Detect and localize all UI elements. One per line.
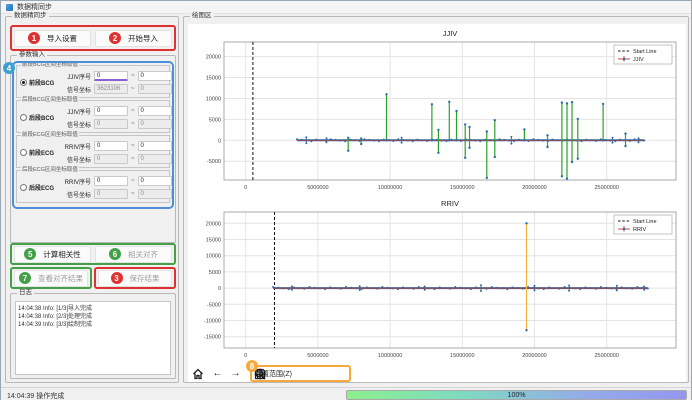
log-group: 日志 14:04:38 Info: [1/3]导入完成 14:04:38 Inf… xyxy=(10,293,176,379)
svg-text:Start Line: Start Line xyxy=(633,49,657,55)
plot-panel-title: 绘图区 xyxy=(190,12,214,20)
window: 数据精同步 数据精同步 1 导入设置 2 开始导入 参数输入 4 前段BCG区间… xyxy=(0,0,692,400)
svg-text:20000: 20000 xyxy=(206,55,221,61)
svg-text:0: 0 xyxy=(218,138,221,144)
log-entry: 14:04:38 Info: [2/3]处理完成 xyxy=(18,313,168,321)
calc-correlation-button[interactable]: 5 计算相关性 xyxy=(14,246,91,263)
step-1-badge: 1 xyxy=(28,32,40,44)
start-import-button[interactable]: 2 开始导入 xyxy=(95,30,172,47)
svg-text:-10000: -10000 xyxy=(204,319,221,325)
svg-text:10000: 10000 xyxy=(206,97,221,103)
svg-text:5000: 5000 xyxy=(209,117,221,123)
svg-text:25000000: 25000000 xyxy=(594,185,618,191)
svg-text:10000000: 10000000 xyxy=(378,185,402,191)
correlation-annotation-box: 5 计算相关性 6 相关对齐 xyxy=(10,243,176,265)
progress-label: 100% xyxy=(508,392,526,399)
status-bar: 14:04:39 操作完成 100% xyxy=(1,387,691,400)
param-annotation-box xyxy=(12,61,174,209)
view-align-result-button[interactable]: 7 查看对齐结果 xyxy=(14,270,88,287)
log-group-title: 日志 xyxy=(17,289,34,297)
step-2-badge: 2 xyxy=(109,32,121,44)
window-title: 数据精同步 xyxy=(17,2,52,12)
step-6-badge: 6 xyxy=(109,248,121,260)
svg-text:-15000: -15000 xyxy=(204,335,221,341)
log-entry: 14:04:38 Info: [1/3]导入完成 xyxy=(18,305,168,313)
back-button[interactable]: ← xyxy=(210,366,225,381)
status-message: 14:04:39 操作完成 xyxy=(7,391,64,400)
save-figure-button[interactable] xyxy=(331,366,346,381)
svg-text:15000: 15000 xyxy=(206,238,221,244)
range-annotation-box: 8 设置范围(Z) xyxy=(250,365,351,382)
step-4-badge: 4 xyxy=(3,62,15,74)
step-3-badge: 3 xyxy=(111,272,123,284)
svg-text:RRIV: RRIV xyxy=(441,199,459,208)
svg-text:20000000: 20000000 xyxy=(522,185,546,191)
import-settings-label: 导入设置 xyxy=(47,33,77,44)
svg-text:-5000: -5000 xyxy=(207,302,221,308)
svg-text:0: 0 xyxy=(244,185,247,191)
svg-text:0: 0 xyxy=(218,286,221,292)
svg-text:JJIV: JJIV xyxy=(443,29,458,38)
svg-text:20000: 20000 xyxy=(206,221,221,227)
start-import-label: 开始导入 xyxy=(128,33,158,44)
svg-text:5000000: 5000000 xyxy=(307,185,328,191)
svg-text:10000: 10000 xyxy=(206,254,221,260)
view-result-annotation-box: 7 查看对齐结果 xyxy=(10,267,92,289)
titlebar: 数据精同步 xyxy=(1,1,691,14)
progress-fill: 100% xyxy=(347,391,686,399)
svg-text:15000: 15000 xyxy=(206,76,221,82)
forward-button[interactable]: → xyxy=(228,366,243,381)
svg-text:-5000: -5000 xyxy=(207,159,221,165)
svg-text:Start Line: Start Line xyxy=(633,219,657,225)
svg-text:5000: 5000 xyxy=(209,270,221,276)
step-5-badge: 5 xyxy=(24,248,36,260)
correlation-align-button[interactable]: 6 相关对齐 xyxy=(95,246,172,263)
svg-text:25000000: 25000000 xyxy=(594,353,618,359)
svg-text:10000000: 10000000 xyxy=(378,353,402,359)
step-8-badge: 8 xyxy=(246,360,258,372)
app-icon xyxy=(6,4,13,11)
svg-text:15000000: 15000000 xyxy=(450,185,474,191)
chart-rriv[interactable]: 0 5000000 10000000 15000000 20000000 25000000… xyxy=(190,196,682,364)
svg-text:5000000: 5000000 xyxy=(307,353,328,359)
figure-canvas[interactable]: 0500000010000000150000002000000025000000… xyxy=(188,24,686,382)
zoom-button[interactable] xyxy=(313,366,328,381)
left-panel: 数据精同步 1 导入设置 2 开始导入 参数输入 4 前段BCG区间坐标取值 前… xyxy=(5,16,179,383)
save-annotation-box: 3 保存结果 xyxy=(94,267,176,289)
svg-text:0: 0 xyxy=(244,353,247,359)
step-7-badge: 7 xyxy=(19,272,31,284)
left-panel-title: 数据精同步 xyxy=(12,12,49,20)
plot-panel: 绘图区 050000001000000015000000200000002500… xyxy=(183,16,689,383)
pan-button[interactable] xyxy=(295,366,310,381)
save-result-button[interactable]: 3 保存结果 xyxy=(98,270,172,287)
log-list[interactable]: 14:04:38 Info: [1/3]导入完成 14:04:38 Info: … xyxy=(15,301,171,375)
progress-bar: 100% xyxy=(346,390,687,400)
svg-text:JJIV: JJIV xyxy=(633,57,644,63)
svg-text:RRIV: RRIV xyxy=(633,227,646,233)
svg-text:20000000: 20000000 xyxy=(522,353,546,359)
log-entry: 14:04:39 Info: [3/3]绘制完成 xyxy=(18,321,168,329)
chart-jjiv[interactable]: 0 5000000 10000000 15000000 20000000 25000000… xyxy=(190,26,682,196)
import-annotation-box: 1 导入设置 2 开始导入 xyxy=(10,25,176,51)
svg-text:15000000: 15000000 xyxy=(450,353,474,359)
home-button[interactable] xyxy=(192,366,207,381)
import-settings-button[interactable]: 1 导入设置 xyxy=(14,30,91,47)
plot-toolbar: ← → 8 设置范围(Z) xyxy=(190,365,351,382)
param-group-title: 参数输入 xyxy=(17,51,47,59)
